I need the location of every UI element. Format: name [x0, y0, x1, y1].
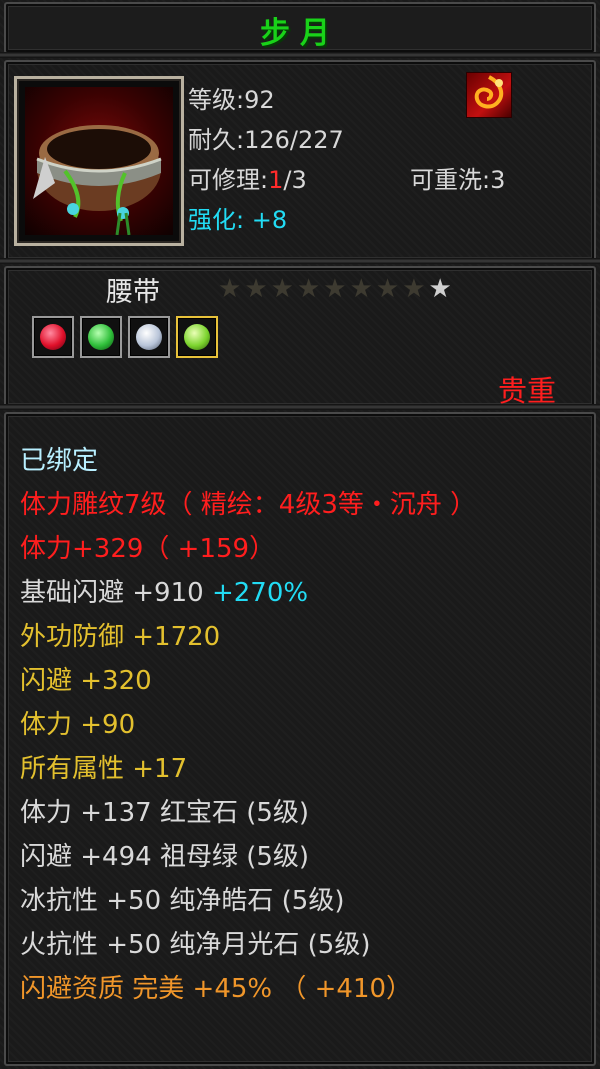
star-icon: ★: [323, 274, 350, 304]
level-stat: 等级:92: [188, 86, 275, 114]
star-icon: ★: [244, 274, 271, 304]
durability-stat: 耐久:126/227: [188, 126, 344, 154]
engrave-line: 体力雕纹7级（ 精绘：4级3等・沉舟 ）: [20, 490, 477, 520]
divider-bottom: [0, 404, 600, 410]
dodge-base-pct: +270%: [203, 578, 309, 608]
star-rating: ★★★★★★★★★: [218, 274, 455, 304]
quality-line: 闪避资质 完美 +45% （ +410）: [20, 974, 413, 1004]
gem-dodge-line: 闪避 +494 祖母绿 (5级): [20, 842, 310, 872]
item-title: 步月: [260, 16, 340, 51]
star-icon: ★: [218, 274, 245, 304]
enhance-label: 强化: [188, 206, 236, 234]
ext-defense-line: 外功防御 +1720: [20, 622, 221, 652]
moonstone-gem-icon[interactable]: [176, 316, 218, 358]
rewash-stat: 可重洗:3: [410, 166, 506, 194]
star-icon: ★: [296, 274, 324, 304]
fire-swirl-icon: [466, 72, 512, 118]
stamina-main-line: 体力+329（ +159）: [20, 534, 276, 564]
level-label: 等级: [188, 86, 236, 114]
star-icon: ★: [270, 274, 297, 304]
diamond-gem-icon[interactable]: [128, 316, 170, 358]
gem-ice-line: 冰抗性 +50 纯净皓石 (5级): [20, 886, 345, 916]
enhance-value: +8: [251, 206, 288, 234]
repair-current: 1: [268, 166, 284, 194]
divider-mid: [0, 258, 600, 264]
stamina-line: 体力 +90: [20, 710, 136, 740]
gem-stamina-line: 体力 +137 红宝石 (5级): [20, 798, 310, 828]
star-icon: ★: [402, 274, 429, 304]
repair-stat: 可修理:1/3: [188, 166, 307, 194]
repair-max: /3: [283, 166, 307, 194]
rewash-label: 可重洗: [410, 166, 482, 194]
item-type: 腰带: [106, 277, 160, 308]
dodge-base-label: 基础闪避 +910: [20, 578, 204, 608]
level-value: 92: [244, 86, 275, 114]
enhance-stat: 强化: +8: [188, 206, 288, 234]
durability-label: 耐久: [188, 126, 236, 154]
emerald-gem-icon[interactable]: [80, 316, 122, 358]
belt-item-icon: [25, 87, 173, 235]
ruby-gem-icon[interactable]: [32, 316, 74, 358]
star-icon: ★: [375, 274, 403, 304]
dodge-line: 闪避 +320: [20, 666, 152, 696]
all-attr-line: 所有属性 +17: [20, 754, 188, 784]
item-tooltip-panel: 步月 等级:92 耐久:126/227 可修理:1/3 可重洗:3 强化: +8…: [0, 0, 600, 1069]
bound-status: 已绑定: [20, 446, 99, 476]
star-icon-lit: ★: [428, 274, 455, 304]
divider-top: [0, 52, 600, 58]
durability-value: 126/227: [244, 126, 344, 154]
item-icon-frame: [14, 76, 184, 246]
repair-label: 可修理: [188, 166, 260, 194]
gem-fire-line: 火抗性 +50 纯净月光石 (5级): [20, 930, 371, 960]
star-icon: ★: [349, 274, 376, 304]
rewash-value: 3: [490, 166, 506, 194]
dodge-base-line: 基础闪避 +910 +270%: [20, 572, 308, 609]
